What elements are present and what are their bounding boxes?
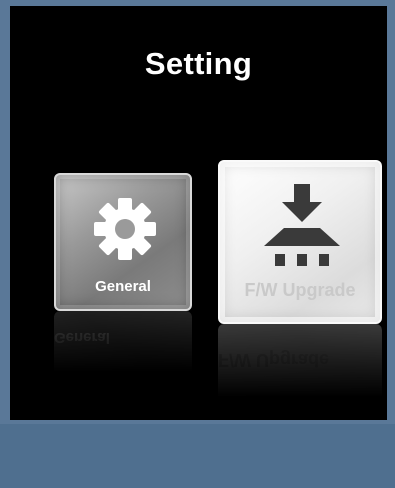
download-upgrade-icon (262, 184, 342, 273)
fw-upgrade-reflection-label: F/W Upgrade (218, 350, 329, 370)
general-reflection-label: General (54, 329, 110, 346)
page-title: Setting (144, 46, 253, 81)
gear-icon (91, 195, 159, 268)
general-reflection: General (54, 311, 192, 449)
settings-screen: Setting General F/W Upgrade General F/W … (10, 6, 387, 488)
device-frame: Setting General F/W Upgrade General F/W … (0, 0, 395, 488)
fw-upgrade-label: F/W Upgrade (244, 280, 356, 300)
fw-upgrade-reflection: F/W Upgrade (218, 324, 382, 488)
general-label: General (95, 278, 151, 295)
general-button[interactable]: General (54, 173, 192, 311)
fw-upgrade-button[interactable]: F/W Upgrade (218, 160, 382, 324)
